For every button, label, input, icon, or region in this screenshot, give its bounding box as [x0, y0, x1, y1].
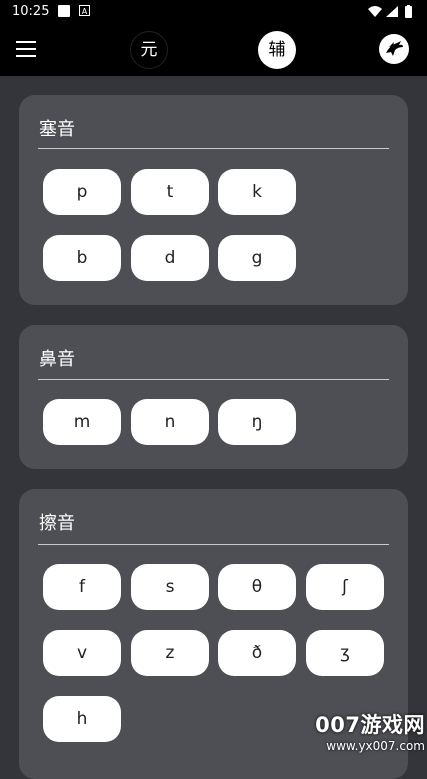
key-g[interactable]: g — [218, 235, 296, 281]
status-bar: 10:25 A — [0, 0, 427, 24]
status-icons — [367, 4, 415, 23]
key-v[interactable]: v — [43, 630, 121, 676]
section-title: 擦音 — [39, 513, 75, 534]
watermark: 007游戏网 www.yx007.com — [315, 709, 425, 753]
notification-square-icon — [58, 5, 70, 17]
tab-vowels[interactable]: 元 — [130, 31, 168, 69]
key-t[interactable]: t — [131, 169, 209, 215]
bird-logo-icon[interactable] — [379, 34, 409, 64]
key-s[interactable]: s — [131, 564, 209, 610]
battery-icon — [405, 5, 412, 18]
key-k[interactable]: k — [218, 169, 296, 215]
key-esh[interactable]: ʃ — [306, 564, 384, 610]
card-nasals: 鼻音 m n ŋ — [19, 325, 408, 469]
signal-icon — [386, 6, 398, 17]
key-n[interactable]: n — [131, 399, 209, 445]
watermark-url: www.yx007.com — [326, 739, 425, 753]
section-title: 塞音 — [39, 119, 75, 140]
key-ezh[interactable]: ʒ — [306, 630, 384, 676]
card-plosives: 塞音 p t k b d g — [19, 95, 408, 305]
key-theta[interactable]: θ — [218, 564, 296, 610]
status-time: 10:25 — [12, 4, 50, 19]
key-p[interactable]: p — [43, 169, 121, 215]
key-eng[interactable]: ŋ — [218, 399, 296, 445]
section-divider — [38, 379, 389, 380]
tab-consonants[interactable]: 辅 — [258, 31, 296, 69]
wifi-icon — [368, 6, 382, 17]
key-m[interactable]: m — [43, 399, 121, 445]
key-b[interactable]: b — [43, 235, 121, 281]
key-eth[interactable]: ð — [218, 630, 296, 676]
watermark-title: 007游戏网 — [315, 713, 425, 737]
notification-a-icon: A — [79, 5, 90, 16]
menu-icon[interactable] — [16, 41, 36, 57]
section-divider — [38, 544, 389, 545]
key-h[interactable]: h — [43, 696, 121, 742]
key-d[interactable]: d — [131, 235, 209, 281]
key-f[interactable]: f — [43, 564, 121, 610]
section-title: 鼻音 — [39, 349, 75, 370]
app-bar: 元 辅 — [0, 24, 427, 76]
key-z[interactable]: z — [131, 630, 209, 676]
section-divider — [38, 148, 389, 149]
